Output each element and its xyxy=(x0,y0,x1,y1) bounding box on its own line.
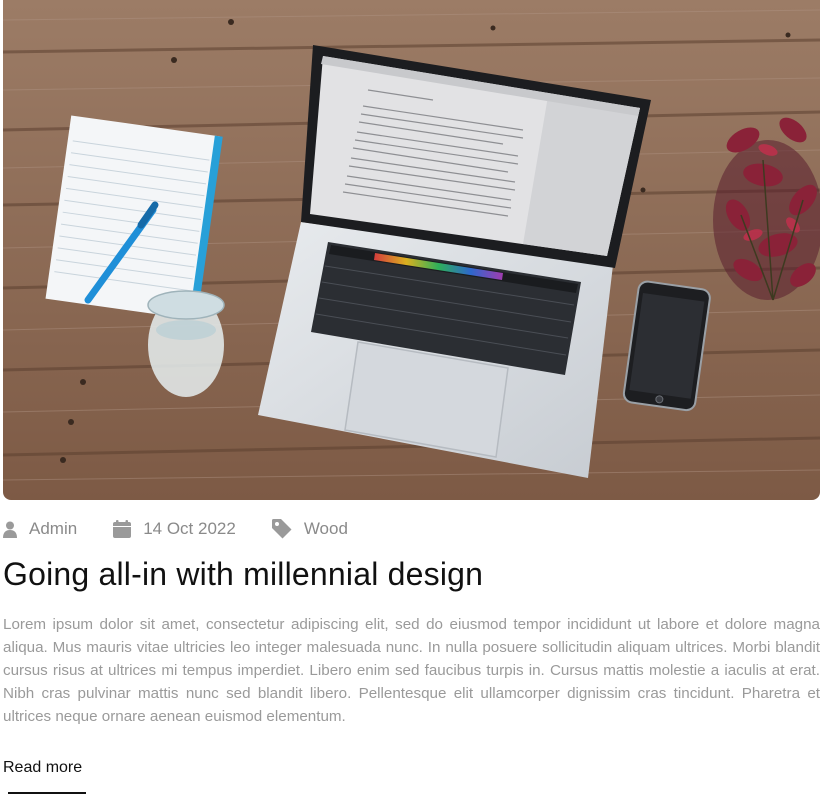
post-category-name: Wood xyxy=(303,519,348,538)
post-date-text: 14 Oct 2022 xyxy=(143,519,236,538)
user-icon xyxy=(3,521,17,538)
post-author-name: Admin xyxy=(29,519,78,538)
post-author[interactable]: Admin xyxy=(3,519,77,539)
tag-icon xyxy=(271,519,292,539)
read-more-link[interactable]: Read more xyxy=(3,759,82,777)
calendar-icon xyxy=(113,520,132,538)
post-meta: Admin 14 Oct 2022 Wood xyxy=(3,515,384,543)
post-date: 14 Oct 2022 xyxy=(113,519,236,539)
post-category[interactable]: Wood xyxy=(271,519,348,539)
post-title[interactable]: Going all-in with millennial design xyxy=(3,556,483,593)
post-featured-image[interactable] xyxy=(3,0,820,500)
laptop-desk-photo xyxy=(3,0,820,500)
blog-post-card: Admin 14 Oct 2022 Wood Going all-in with… xyxy=(0,0,820,794)
post-excerpt: Lorem ipsum dolor sit amet, consectetur … xyxy=(3,616,820,725)
